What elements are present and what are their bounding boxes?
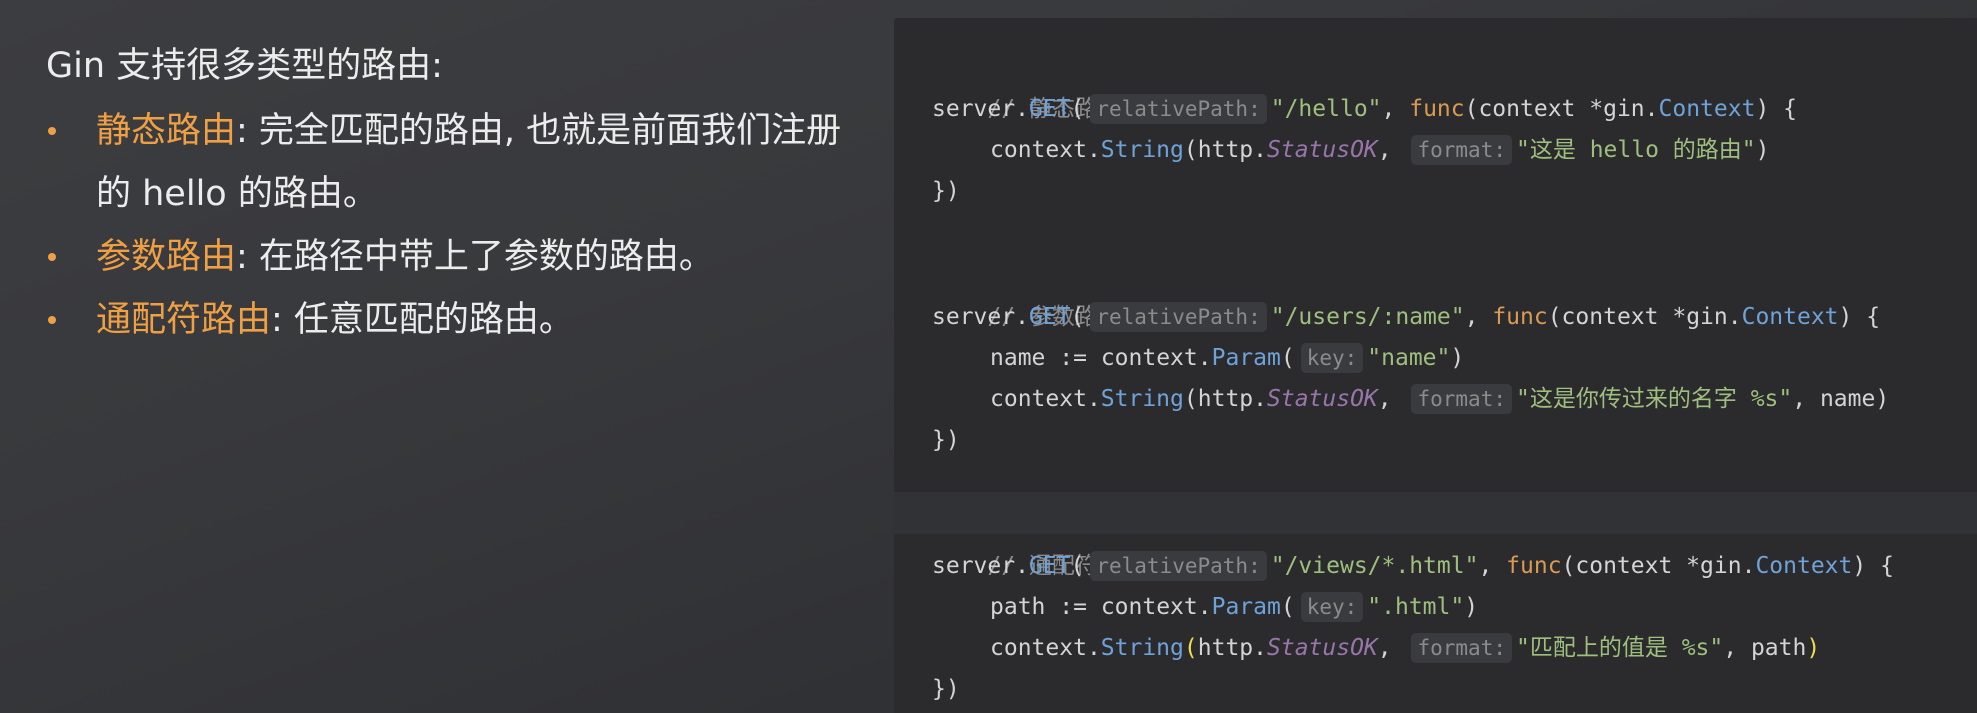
code-line: // 参数路由 — [932, 256, 1121, 330]
matched-paren: ( — [1183, 635, 1198, 661]
get-method: GET — [1028, 96, 1071, 122]
context-type: Context — [1755, 553, 1853, 579]
param-hint: relativePath: — [1090, 551, 1267, 581]
context-var: context — [990, 137, 1087, 163]
path-var: path — [990, 594, 1046, 620]
param-method: Param — [1211, 594, 1281, 620]
path-var: path — [1750, 635, 1807, 661]
code-line: }) — [932, 171, 960, 212]
context-type: Context — [1741, 304, 1839, 330]
code-line: context.String(http.StatusOK, format: "这是… — [990, 135, 1770, 165]
code-line: server.GET(relativePath: "/users/:name", … — [932, 302, 1881, 332]
status-ok-const: StatusOK — [1267, 635, 1378, 661]
context-param: (context * — [1464, 96, 1604, 122]
assign-op: := — [1059, 345, 1087, 371]
func-keyword: func — [1506, 553, 1562, 579]
route-type-term: 通配符路由 — [96, 300, 272, 340]
name-var: name — [990, 345, 1046, 371]
param-hint: format: — [1411, 633, 1512, 663]
string-method: String — [1100, 137, 1184, 163]
context-param: (context * — [1547, 304, 1687, 330]
route-type-term: 静态路由 — [96, 111, 237, 151]
code-editor[interactable]: // 静态路由 server.GET(relativePath: "/hello"… — [894, 18, 1977, 713]
assign-op: := — [1059, 594, 1087, 620]
gin-pkg: gin — [1686, 304, 1728, 330]
get-method: GET — [1028, 304, 1071, 330]
close-brace: }) — [932, 427, 960, 453]
param-hint: relativePath: — [1090, 94, 1267, 124]
route-type-list: 静态路由: 完全匹配的路由, 也就是前面我们注册的 hello 的路由。 参数路… — [46, 100, 846, 352]
param-hint: relativePath: — [1090, 302, 1267, 332]
slide-heading: Gin 支持很多类型的路由: — [46, 46, 443, 86]
func-keyword: func — [1409, 96, 1465, 122]
param-hint: key: — [1300, 592, 1364, 622]
context-var: context — [990, 635, 1087, 661]
route-path: "/users/:name" — [1270, 304, 1465, 330]
context-var: context — [1100, 345, 1198, 371]
code-line: server.GET(relativePath: "/views/*.html",… — [932, 551, 1894, 581]
response-string: "匹配上的值是 %s" — [1516, 635, 1724, 661]
http-pkg: http — [1197, 635, 1254, 661]
param-key-string: ".html" — [1367, 594, 1465, 620]
code-line: // 静态路由 — [932, 48, 1121, 122]
status-ok-const: StatusOK — [1267, 137, 1378, 163]
param-method: Param — [1211, 345, 1281, 371]
status-ok-const: StatusOK — [1267, 386, 1378, 412]
bullet-dot-icon — [48, 316, 56, 324]
param-hint: key: — [1300, 343, 1364, 373]
param-hint: format: — [1411, 135, 1512, 165]
bullet-dot-icon — [48, 127, 56, 135]
response-string: "这是你传过来的名字 %s" — [1516, 386, 1793, 412]
context-var: context — [1100, 594, 1198, 620]
open-brace: { — [1866, 304, 1881, 330]
open-brace: { — [1880, 553, 1894, 579]
bullet-dot-icon — [48, 253, 56, 261]
get-method: GET — [1028, 553, 1071, 579]
http-pkg: http — [1197, 137, 1254, 163]
param-key-string: "name" — [1367, 345, 1451, 371]
server-var: server — [932, 553, 1016, 579]
close-brace: }) — [932, 178, 960, 204]
gin-pkg: gin — [1603, 96, 1645, 122]
name-var: name — [1819, 386, 1876, 412]
route-path: "/hello" — [1270, 96, 1382, 122]
code-line: context.String(http.StatusOK, format: "匹配… — [990, 633, 1821, 663]
code-line: context.String(http.StatusOK, format: "这是… — [990, 384, 1890, 414]
server-var: server — [932, 96, 1016, 122]
context-param: (context * — [1561, 553, 1701, 579]
code-line: server.GET(relativePath: "/hello", func(c… — [932, 94, 1797, 124]
string-method: String — [1100, 386, 1184, 412]
close-brace: }) — [932, 676, 960, 702]
code-line: path := context.Param(key: ".html") — [990, 592, 1479, 622]
param-hint: format: — [1411, 384, 1512, 414]
code-line: }) — [932, 669, 960, 710]
context-type: Context — [1658, 96, 1756, 122]
func-keyword: func — [1492, 304, 1548, 330]
response-string: "这是 hello 的路由" — [1516, 137, 1756, 163]
matched-paren: ) — [1806, 635, 1821, 661]
route-type-term: 参数路由 — [96, 237, 237, 277]
slide-text: Gin 支持很多类型的路由: 静态路由: 完全匹配的路由, 也就是前面我们注册的… — [46, 36, 846, 352]
route-type-desc: : 在路径中带上了参数的路由。 — [236, 237, 714, 277]
context-var: context — [990, 386, 1087, 412]
list-item: 通配符路由: 任意匹配的路由。 — [46, 289, 846, 352]
server-var: server — [932, 304, 1016, 330]
http-pkg: http — [1197, 386, 1254, 412]
route-path: "/views/*.html" — [1270, 553, 1479, 579]
open-brace: { — [1783, 96, 1797, 122]
string-method: String — [1100, 635, 1184, 661]
gin-pkg: gin — [1700, 553, 1742, 579]
code-line: name := context.Param(key: "name") — [990, 343, 1465, 373]
list-item: 参数路由: 在路径中带上了参数的路由。 — [46, 226, 846, 289]
list-item: 静态路由: 完全匹配的路由, 也就是前面我们注册的 hello 的路由。 — [46, 100, 846, 226]
code-line: }) — [932, 420, 960, 461]
code-line: // 通配符匹配 — [932, 505, 1144, 579]
route-type-desc: : 任意匹配的路由。 — [271, 300, 574, 340]
